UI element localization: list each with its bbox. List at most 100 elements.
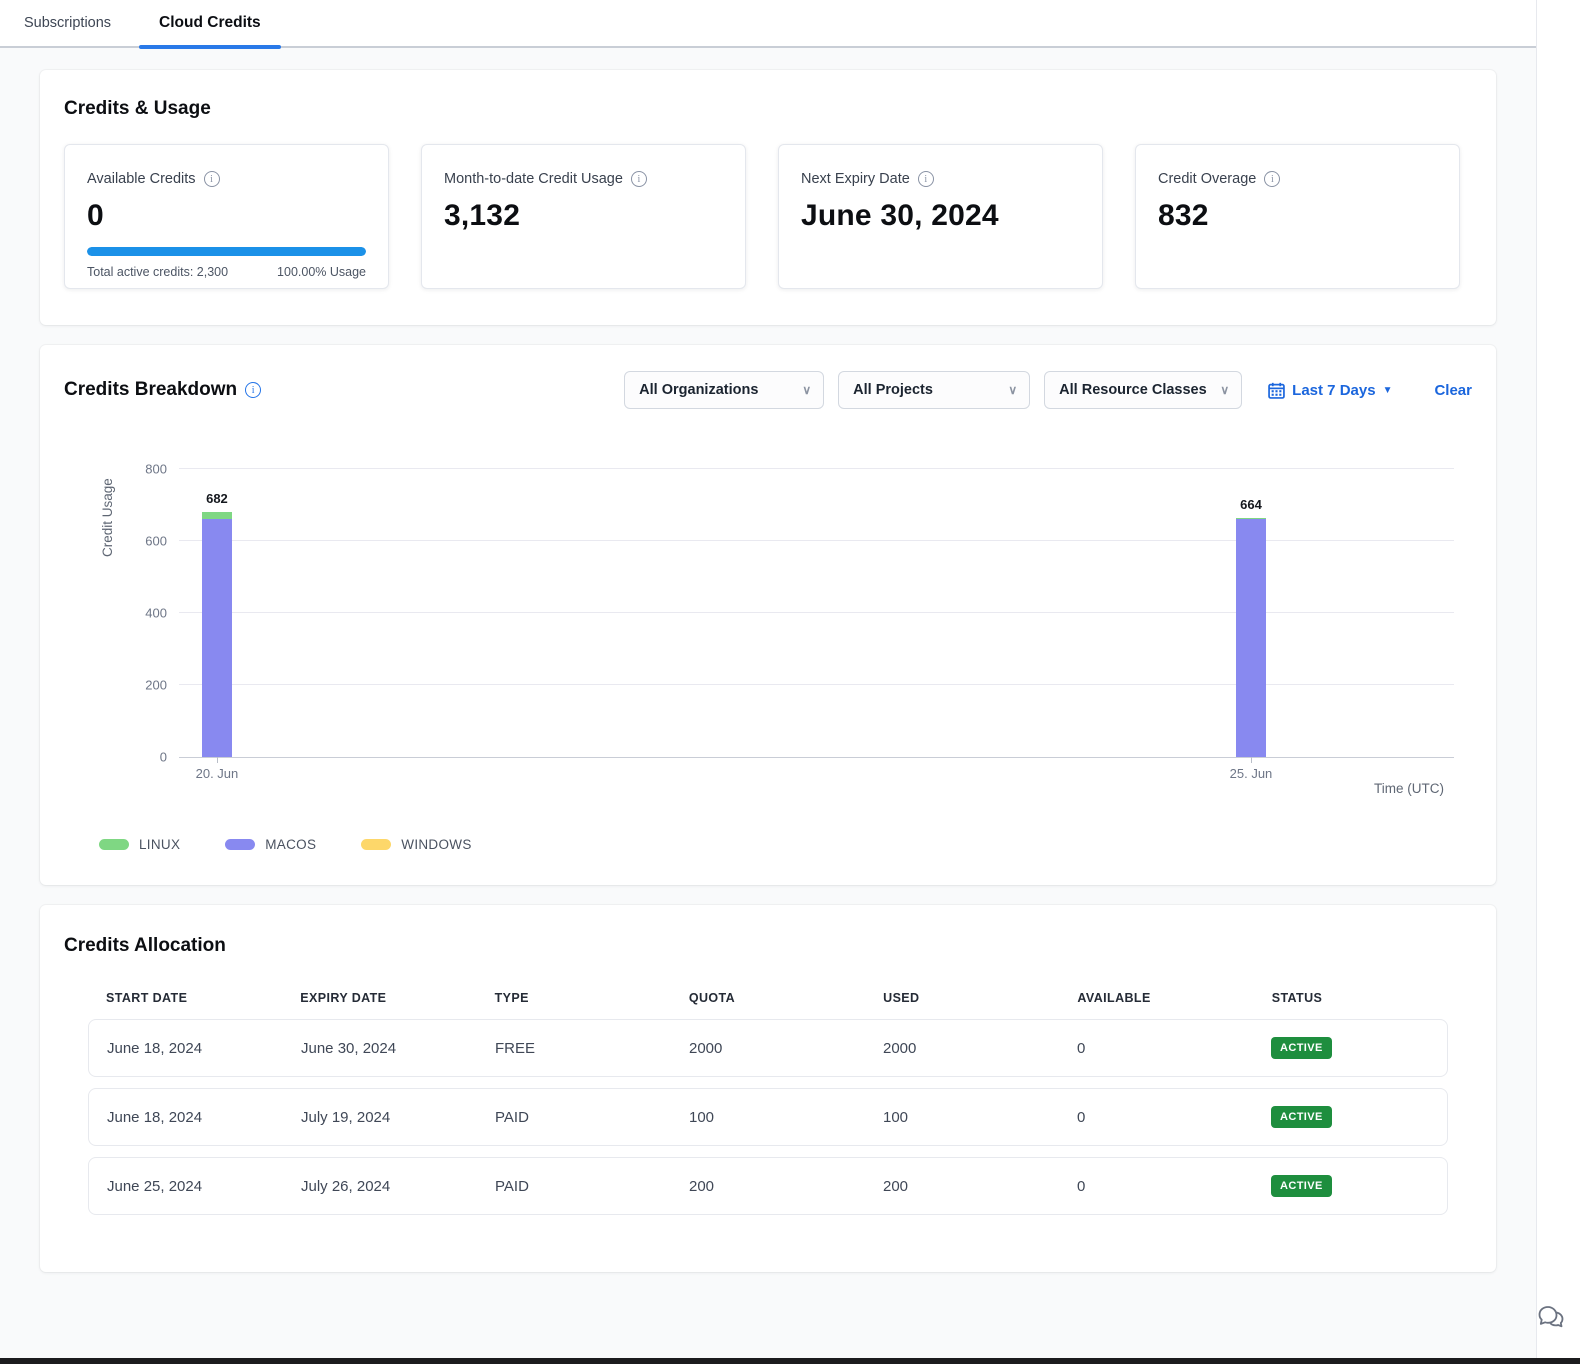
info-icon[interactable]: i — [1264, 171, 1280, 187]
cell-type: PAID — [477, 1178, 671, 1195]
info-icon[interactable]: i — [918, 171, 934, 187]
next-expiry-value: June 30, 2024 — [801, 199, 1080, 233]
tab-subscriptions[interactable]: Subscriptions — [0, 0, 135, 47]
status-badge: ACTIVE — [1271, 1106, 1332, 1128]
projects-dropdown[interactable]: All Projects ∨ — [838, 371, 1030, 409]
clear-filters-link[interactable]: Clear — [1434, 382, 1472, 399]
usage-percent-text: 100.00% Usage — [277, 265, 366, 279]
cell-start-date: June 25, 2024 — [89, 1178, 283, 1195]
chart-plot-area: 020040060080068220. Jun66425. Jun — [179, 469, 1454, 757]
cell-available: 0 — [1059, 1040, 1253, 1057]
resource-classes-dropdown[interactable]: All Resource Classes ∨ — [1044, 371, 1242, 409]
cell-available: 0 — [1059, 1178, 1253, 1195]
cell-start-date: June 18, 2024 — [89, 1040, 283, 1057]
chart-x-axis-line — [179, 757, 1454, 758]
credits-usage-title: Credits & Usage — [64, 98, 1472, 120]
tab-cloud-credits[interactable]: Cloud Credits — [135, 0, 285, 47]
legend-label: WINDOWS — [401, 837, 471, 852]
credits-progress-bar — [87, 247, 366, 256]
chevron-down-icon: ∨ — [1008, 383, 1017, 397]
legend-item-macos[interactable]: MACOS — [225, 837, 316, 852]
tab-bar: Subscriptions Cloud Credits — [0, 0, 1536, 48]
next-expiry-label: Next Expiry Date — [801, 171, 910, 187]
projects-dropdown-value: All Projects — [853, 382, 933, 398]
next-expiry-card: Next Expiry Date i June 30, 2024 — [778, 144, 1103, 289]
credits-allocation-section: Credits Allocation START DATEEXPIRY DATE… — [40, 905, 1496, 1272]
table-row[interactable]: June 18, 2024July 19, 2024PAID1001000ACT… — [88, 1088, 1448, 1146]
table-header-row: START DATEEXPIRY DATETYPEQUOTAUSEDAVAILA… — [88, 991, 1448, 1019]
credits-breakdown-title: Credits Breakdown — [64, 379, 237, 401]
column-header-quota: QUOTA — [671, 991, 865, 1005]
organizations-dropdown[interactable]: All Organizations ∨ — [624, 371, 824, 409]
chart-y-axis-label: Credit Usage — [100, 478, 115, 557]
mtd-usage-value: 3,132 — [444, 199, 723, 233]
stat-card-row: Available Credits i 0 Total active credi… — [64, 144, 1472, 289]
bar-value-label: 664 — [1240, 497, 1262, 512]
chart-ytick-label: 400 — [145, 606, 167, 621]
chevron-down-icon: ∨ — [802, 383, 811, 397]
column-header-expiry-date: EXPIRY DATE — [282, 991, 476, 1005]
resource-classes-dropdown-value: All Resource Classes — [1059, 382, 1207, 398]
info-icon[interactable]: i — [245, 382, 261, 398]
cell-type: FREE — [477, 1040, 671, 1057]
column-header-available: AVAILABLE — [1059, 991, 1253, 1005]
cell-start-date: June 18, 2024 — [89, 1109, 283, 1126]
mtd-usage-card: Month-to-date Credit Usage i 3,132 — [421, 144, 746, 289]
credits-allocation-table: START DATEEXPIRY DATETYPEQUOTAUSEDAVAILA… — [88, 991, 1448, 1215]
credit-overage-value: 832 — [1158, 199, 1437, 233]
credit-overage-card: Credit Overage i 832 — [1135, 144, 1460, 289]
credits-allocation-title: Credits Allocation — [64, 935, 1472, 957]
cell-quota: 2000 — [671, 1040, 865, 1057]
legend-item-linux[interactable]: LINUX — [99, 837, 180, 852]
info-icon[interactable]: i — [204, 171, 220, 187]
column-header-type: TYPE — [477, 991, 671, 1005]
column-header-status: STATUS — [1254, 991, 1448, 1005]
cell-available: 0 — [1059, 1109, 1253, 1126]
info-icon[interactable]: i — [631, 171, 647, 187]
bar-segment-macos — [202, 519, 232, 757]
chart-xtick-mark — [217, 757, 218, 763]
status-badge: ACTIVE — [1271, 1037, 1332, 1059]
column-header-start-date: START DATE — [88, 991, 282, 1005]
bar-value-label: 682 — [206, 491, 228, 506]
chat-bubbles-icon — [1534, 1300, 1568, 1334]
legend-item-windows[interactable]: WINDOWS — [361, 837, 471, 852]
table-row[interactable]: June 25, 2024July 26, 2024PAID2002000ACT… — [88, 1157, 1448, 1215]
cell-quota: 200 — [671, 1178, 865, 1195]
chart-gridline — [179, 468, 1454, 469]
chart-ytick-label: 600 — [145, 534, 167, 549]
table-row[interactable]: June 18, 2024June 30, 2024FREE200020000A… — [88, 1019, 1448, 1077]
chart-x-axis-label: Time (UTC) — [1374, 781, 1444, 796]
cell-quota: 100 — [671, 1109, 865, 1126]
mtd-usage-label: Month-to-date Credit Usage — [444, 171, 623, 187]
cell-expiry-date: July 19, 2024 — [283, 1109, 477, 1126]
main-content-area: Subscriptions Cloud Credits Credits & Us… — [0, 0, 1537, 1358]
cell-used: 2000 — [865, 1040, 1059, 1057]
chart-xtick-label: 25. Jun — [1230, 766, 1273, 781]
bar-segment-macos — [1236, 519, 1266, 757]
cell-type: PAID — [477, 1109, 671, 1126]
legend-swatch — [361, 839, 391, 850]
chart-xtick-mark — [1251, 757, 1252, 763]
bar-segment-linux — [202, 512, 232, 520]
legend-label: MACOS — [265, 837, 316, 852]
credits-breakdown-section: Credits Breakdown i All Organizations ∨ … — [40, 345, 1496, 885]
chart-bar-20-jun[interactable]: 682 — [202, 512, 232, 758]
chart-bar-25-jun[interactable]: 664 — [1236, 518, 1266, 757]
chart-ytick-label: 800 — [145, 462, 167, 477]
legend-swatch — [225, 839, 255, 850]
available-credits-card: Available Credits i 0 Total active credi… — [64, 144, 389, 289]
caret-down-icon: ▼ — [1383, 385, 1393, 396]
date-range-picker[interactable]: Last 7 Days ▼ — [1268, 382, 1392, 399]
organizations-dropdown-value: All Organizations — [639, 382, 758, 398]
total-active-credits-text: Total active credits: 2,300 — [87, 265, 228, 279]
cell-expiry-date: July 26, 2024 — [283, 1178, 477, 1195]
credit-overage-label: Credit Overage — [1158, 171, 1256, 187]
cell-used: 100 — [865, 1109, 1059, 1126]
status-badge: ACTIVE — [1271, 1175, 1332, 1197]
legend-label: LINUX — [139, 837, 180, 852]
column-header-used: USED — [865, 991, 1059, 1005]
available-credits-value: 0 — [87, 199, 366, 233]
support-chat-button[interactable] — [1534, 1300, 1568, 1334]
chart-ytick-label: 200 — [145, 678, 167, 693]
